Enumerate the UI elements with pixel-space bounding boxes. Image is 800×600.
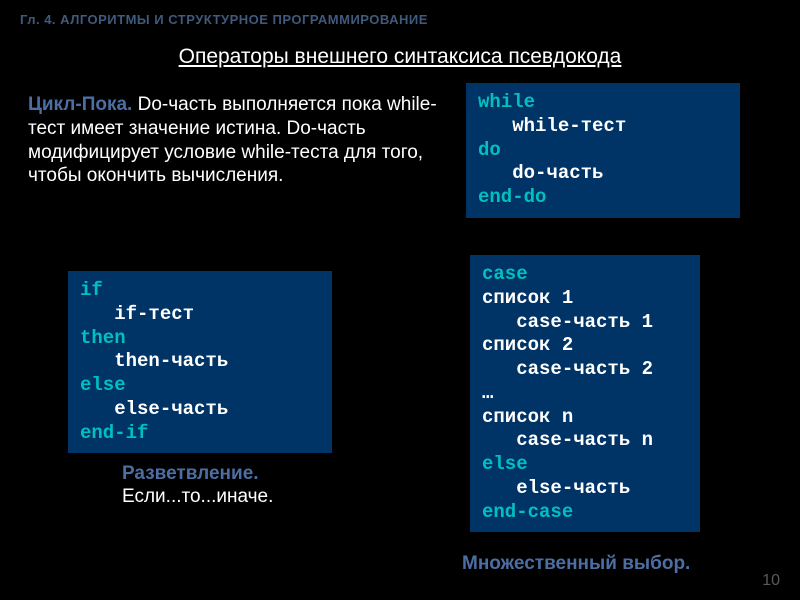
then-part-line: then-часть [80, 350, 228, 372]
case-list2: список 2 [482, 334, 573, 356]
page-number: 10 [762, 572, 780, 590]
chapter-header: Гл. 4. АЛГОРИТМЫ И СТРУКТУРНОЕ ПРОГРАММИ… [0, 0, 800, 27]
kw-end-if: end-if [80, 422, 148, 444]
while-code-box: while while-тест do do-часть end-do [466, 83, 740, 218]
case-lead: Множественный выбор. [462, 553, 690, 574]
kw-if: if [80, 279, 103, 301]
while-lead: Цикл-Пока. [28, 94, 132, 115]
kw-end-case: end-case [482, 501, 573, 523]
kw-while: while [478, 91, 535, 113]
kw-end-do: end-do [478, 186, 546, 208]
if-text: Если...то...иначе. [122, 486, 273, 507]
case-part1: case-часть 1 [482, 311, 653, 333]
kw-case: case [482, 263, 528, 285]
else-part-line: else-часть [80, 398, 228, 420]
case-else-part: else-часть [482, 477, 630, 499]
case-partn: case-часть n [482, 429, 653, 451]
while-description: Цикл-Пока. Do-часть выполняется пока whi… [28, 93, 448, 188]
kw-else-if: else [80, 374, 126, 396]
if-lead: Разветвление. [122, 463, 422, 486]
kw-do: do [478, 139, 501, 161]
if-description: Разветвление. Если...то...иначе. [122, 463, 422, 509]
if-test-line: if-тест [80, 303, 194, 325]
kw-then: then [80, 327, 126, 349]
case-code-box: case список 1 case-часть 1 список 2 case… [470, 255, 700, 532]
while-test-line: while-тест [478, 115, 626, 137]
do-part-line: do-часть [478, 162, 603, 184]
if-code-box: if if-тест then then-часть else else-час… [68, 271, 332, 453]
kw-else-case: else [482, 453, 528, 475]
case-list1: список 1 [482, 287, 573, 309]
page-title: Операторы внешнего синтаксиса псевдокода [0, 45, 800, 69]
case-ellipsis: … [482, 382, 493, 404]
case-part2: case-часть 2 [482, 358, 653, 380]
case-listn: список n [482, 406, 573, 428]
case-description: Множественный выбор. [462, 553, 742, 575]
